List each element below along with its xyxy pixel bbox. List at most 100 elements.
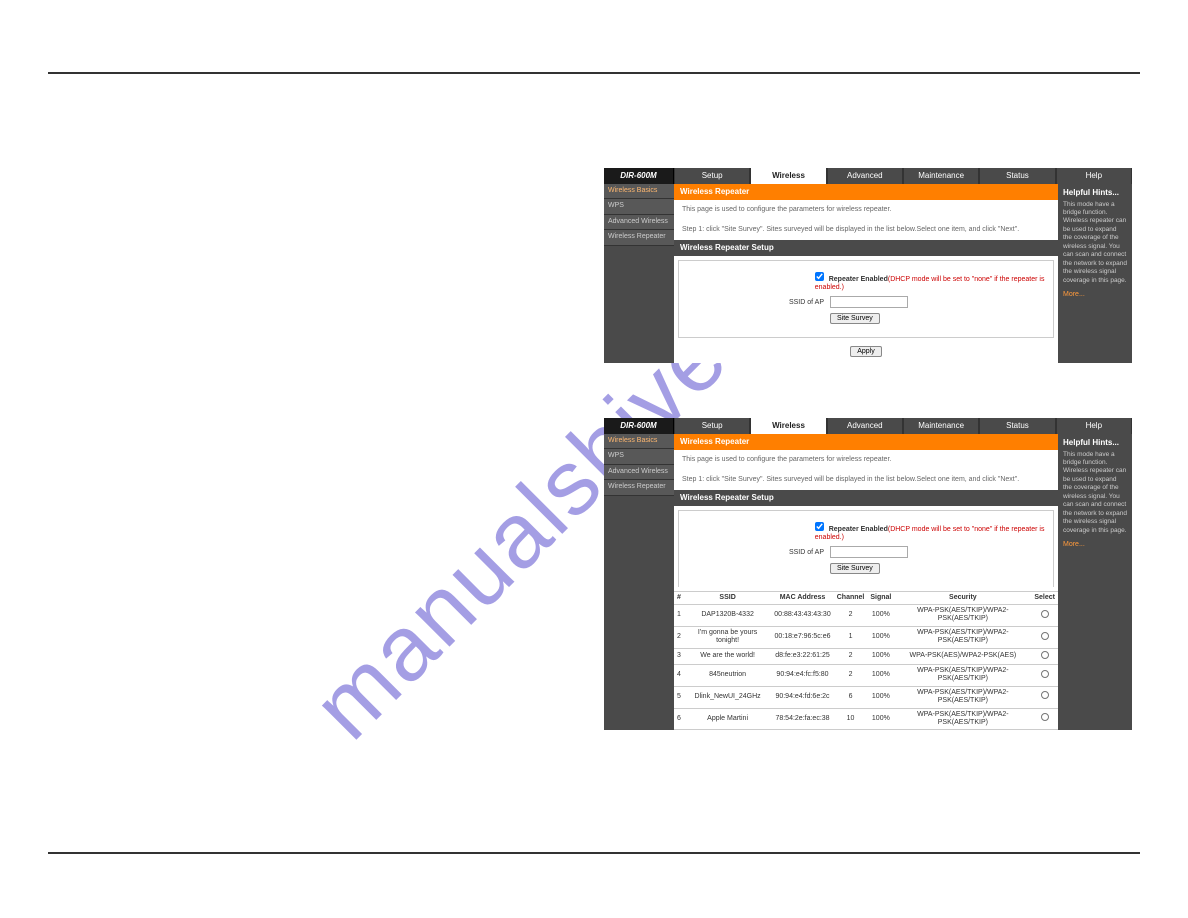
tab-help[interactable]: Help (1056, 168, 1132, 184)
cell-channel: 2 (834, 664, 868, 686)
ssid-input[interactable] (830, 546, 908, 558)
cell-signal: 100% (867, 664, 894, 686)
tab-wireless[interactable]: Wireless (750, 168, 826, 184)
cell-num: 2 (674, 626, 684, 648)
cell-mac: 90:94:e4:fc:f5:80 (771, 664, 833, 686)
side-wireless-repeater[interactable]: Wireless Repeater (604, 480, 674, 495)
rule-top (48, 72, 1140, 74)
tab-maintenance[interactable]: Maintenance (903, 168, 979, 184)
cell-num: 3 (674, 648, 684, 664)
hints-panel: Helpful Hints... This mode have a bridge… (1058, 184, 1132, 363)
th-ssid: SSID (684, 591, 771, 604)
table-row: 2I'm gonna be yours tonight!00:18:e7:96:… (674, 626, 1058, 648)
hints-title: Helpful Hints... (1063, 438, 1127, 448)
repeater-enabled-checkbox[interactable] (815, 272, 824, 281)
tab-status[interactable]: Status (979, 418, 1055, 434)
ssid-input[interactable] (830, 296, 908, 308)
cell-security: WPA-PSK(AES/TKIP)/WPA2-PSK(AES/TKIP) (894, 664, 1031, 686)
cell-channel: 1 (834, 626, 868, 648)
cell-mac: 90:94:e4:fd:6e:2c (771, 686, 833, 708)
side-wireless-repeater[interactable]: Wireless Repeater (604, 230, 674, 245)
rule-bottom (48, 852, 1140, 854)
tab-maintenance[interactable]: Maintenance (903, 418, 979, 434)
cell-signal: 100% (867, 626, 894, 648)
cell-mac: 00:88:43:43:43:30 (771, 605, 833, 627)
section-heading: Wireless Repeater (674, 184, 1058, 200)
tab-help[interactable]: Help (1056, 418, 1132, 434)
side-wps[interactable]: WPS (604, 449, 674, 464)
cell-num: 5 (674, 686, 684, 708)
cell-mac: d8:fe:e3:22:61:25 (771, 648, 833, 664)
info-text-1: This page is used to configure the param… (674, 200, 1058, 220)
cell-ssid: I'm gonna be yours tonight! (684, 626, 771, 648)
hints-text: This mode have a bridge function. Wirele… (1063, 451, 1127, 535)
cell-signal: 100% (867, 648, 894, 664)
table-row: 1DAP1320B-433200:88:43:43:43:302100%WPA-… (674, 605, 1058, 627)
router-header: DIR-600M Setup Wireless Advanced Mainten… (604, 168, 1132, 184)
cell-signal: 100% (867, 605, 894, 627)
th-signal: Signal (867, 591, 894, 604)
side-wireless-basics[interactable]: Wireless Basics (604, 184, 674, 199)
cell-security: WPA-PSK(AES/TKIP)/WPA2-PSK(AES/TKIP) (894, 605, 1031, 627)
site-survey-button[interactable]: Site Survey (830, 563, 880, 574)
cell-security: WPA-PSK(AES/TKIP)/WPA2-PSK(AES/TKIP) (894, 708, 1031, 730)
table-row: 5Dlink_NewUI_24GHz90:94:e4:fd:6e:2c6100%… (674, 686, 1058, 708)
info-text-2: Step 1: click "Site Survey". Sites surve… (674, 470, 1058, 490)
tab-advanced[interactable]: Advanced (827, 168, 903, 184)
side-wireless-basics[interactable]: Wireless Basics (604, 434, 674, 449)
cell-mac: 78:54:2e:fa:ec:38 (771, 708, 833, 730)
select-radio[interactable] (1041, 713, 1049, 721)
section-heading: Wireless Repeater (674, 434, 1058, 450)
cell-ssid: We are the world! (684, 648, 771, 664)
cell-signal: 100% (867, 708, 894, 730)
tab-setup[interactable]: Setup (674, 168, 750, 184)
tab-status[interactable]: Status (979, 168, 1055, 184)
tab-advanced[interactable]: Advanced (827, 418, 903, 434)
site-survey-button[interactable]: Site Survey (830, 313, 880, 324)
cell-ssid: 845neutrion (684, 664, 771, 686)
hints-text: This mode have a bridge function. Wirele… (1063, 201, 1127, 285)
info-text-1: This page is used to configure the param… (674, 450, 1058, 470)
side-advanced-wireless[interactable]: Advanced Wireless (604, 215, 674, 230)
cell-security: WPA-PSK(AES)/WPA2-PSK(AES) (894, 648, 1031, 664)
th-security: Security (894, 591, 1031, 604)
table-row: 4845neutrion90:94:e4:fc:f5:802100%WPA-PS… (674, 664, 1058, 686)
select-radio[interactable] (1041, 632, 1049, 640)
th-channel: Channel (834, 591, 868, 604)
setup-heading: Wireless Repeater Setup (674, 490, 1058, 506)
th-mac: MAC Address (771, 591, 833, 604)
repeater-enabled-label: Repeater Enabled (829, 276, 888, 283)
hints-more-link[interactable]: More... (1063, 291, 1127, 299)
hints-more-link[interactable]: More... (1063, 541, 1127, 549)
survey-table: # SSID MAC Address Channel Signal Securi… (674, 591, 1058, 731)
hints-panel: Helpful Hints... This mode have a bridge… (1058, 434, 1132, 730)
cell-signal: 100% (867, 686, 894, 708)
table-row: 6Apple Martini78:54:2e:fa:ec:3810100%WPA… (674, 708, 1058, 730)
hints-title: Helpful Hints... (1063, 188, 1127, 198)
select-radio[interactable] (1041, 610, 1049, 618)
repeater-enabled-checkbox[interactable] (815, 522, 824, 531)
side-advanced-wireless[interactable]: Advanced Wireless (604, 465, 674, 480)
apply-button[interactable]: Apply (850, 346, 882, 357)
select-radio[interactable] (1041, 691, 1049, 699)
cell-channel: 2 (834, 605, 868, 627)
info-text-2: Step 1: click "Site Survey". Sites surve… (674, 220, 1058, 240)
cell-channel: 6 (834, 686, 868, 708)
table-row: 3We are the world!d8:fe:e3:22:61:252100%… (674, 648, 1058, 664)
model-label: DIR-600M (604, 168, 674, 184)
select-radio[interactable] (1041, 670, 1049, 678)
sidebar: Wireless Basics WPS Advanced Wireless Wi… (604, 184, 674, 363)
main-content: Wireless Repeater This page is used to c… (674, 434, 1058, 730)
th-num: # (674, 591, 684, 604)
cell-ssid: Dlink_NewUI_24GHz (684, 686, 771, 708)
tab-wireless[interactable]: Wireless (750, 418, 826, 434)
tab-setup[interactable]: Setup (674, 418, 750, 434)
cell-ssid: Apple Martini (684, 708, 771, 730)
main-content: Wireless Repeater This page is used to c… (674, 184, 1058, 363)
select-radio[interactable] (1041, 651, 1049, 659)
model-label: DIR-600M (604, 418, 674, 434)
side-wps[interactable]: WPS (604, 199, 674, 214)
cell-num: 4 (674, 664, 684, 686)
ssid-label: SSID of AP (685, 299, 830, 307)
cell-ssid: DAP1320B-4332 (684, 605, 771, 627)
